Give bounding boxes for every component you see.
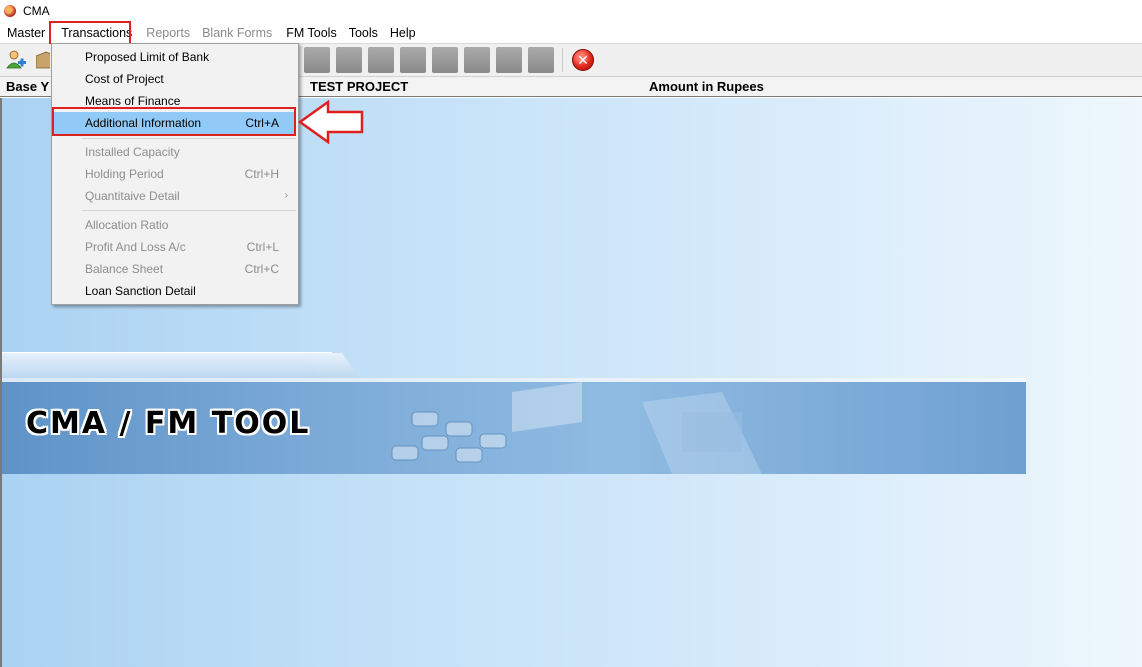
menu-blank-forms[interactable]: Blank Forms [196, 23, 278, 43]
menu-item-profit-and-loss[interactable]: Profit And Loss A/c Ctrl+L [54, 236, 296, 258]
menu-fm-tools[interactable]: FM Tools [280, 23, 342, 43]
menu-separator [82, 210, 296, 211]
menu-item-installed-capacity[interactable]: Installed Capacity [54, 141, 296, 163]
submenu-arrow-icon: › [284, 190, 288, 201]
window-title: CMA [23, 4, 50, 18]
menu-reports[interactable]: Reports [140, 23, 196, 43]
exit-icon[interactable]: ✕ [572, 49, 594, 71]
calculator-image [391, 382, 762, 474]
menu-item-cost-of-project[interactable]: Cost of Project [54, 68, 296, 90]
toolbar-button-icon[interactable] [368, 47, 394, 73]
menu-help[interactable]: Help [384, 23, 422, 43]
app-icon [4, 5, 16, 17]
base-year-label: Base Y [6, 79, 50, 94]
menu-item-holding-period[interactable]: Holding Period Ctrl+H [54, 163, 296, 185]
banner: CMA / FM TOOL [2, 352, 1026, 474]
package-icon[interactable] [36, 48, 50, 72]
menu-item-quantitaive-detail[interactable]: Quantitaive Detail › [54, 185, 296, 207]
banner-tab [2, 352, 332, 380]
toolbar-button-icon[interactable] [432, 47, 458, 73]
shortcut-label: Ctrl+C [244, 262, 279, 276]
amount-unit-label: Amount in Rupees [649, 79, 764, 94]
left-arrow-annotation-icon [298, 100, 364, 144]
menu-item-allocation-ratio[interactable]: Allocation Ratio [54, 214, 296, 236]
menu-item-additional-information[interactable]: Additional Information Ctrl+A [54, 112, 296, 134]
project-name: TEST PROJECT [310, 79, 409, 94]
menu-separator [82, 138, 296, 139]
banner-strip: CMA / FM TOOL [2, 382, 1026, 474]
toolbar-button-icon[interactable] [304, 47, 330, 73]
menu-transactions[interactable]: Transactions [55, 23, 138, 43]
shortcut-label: Ctrl+H [244, 167, 279, 181]
transactions-dropdown: Proposed Limit of Bank Cost of Project M… [51, 43, 299, 305]
menu-item-loan-sanction-detail[interactable]: Loan Sanction Detail [54, 280, 296, 302]
toolbar-button-icon[interactable] [496, 47, 522, 73]
banner-title: CMA / FM TOOL [26, 406, 311, 441]
menu-tools[interactable]: Tools [343, 23, 384, 43]
toolbar-button-icon[interactable] [400, 47, 426, 73]
toolbar-separator [562, 48, 563, 72]
toolbar-button-icon[interactable] [528, 47, 554, 73]
shortcut-label: Ctrl+A [245, 116, 279, 130]
menu-item-balance-sheet[interactable]: Balance Sheet Ctrl+C [54, 258, 296, 280]
menu-item-means-of-finance[interactable]: Means of Finance [54, 90, 296, 112]
menu-item-proposed-limit-of-bank[interactable]: Proposed Limit of Bank [54, 46, 296, 68]
add-user-icon[interactable] [4, 48, 28, 72]
menu-bar: Master Transactions Reports Blank Forms … [0, 22, 1142, 44]
toolbar-button-icon[interactable] [336, 47, 362, 73]
toolbar-button-icon[interactable] [464, 47, 490, 73]
menu-master[interactable]: Master [0, 23, 51, 43]
title-bar: CMA [0, 0, 1142, 22]
shortcut-label: Ctrl+L [246, 240, 279, 254]
